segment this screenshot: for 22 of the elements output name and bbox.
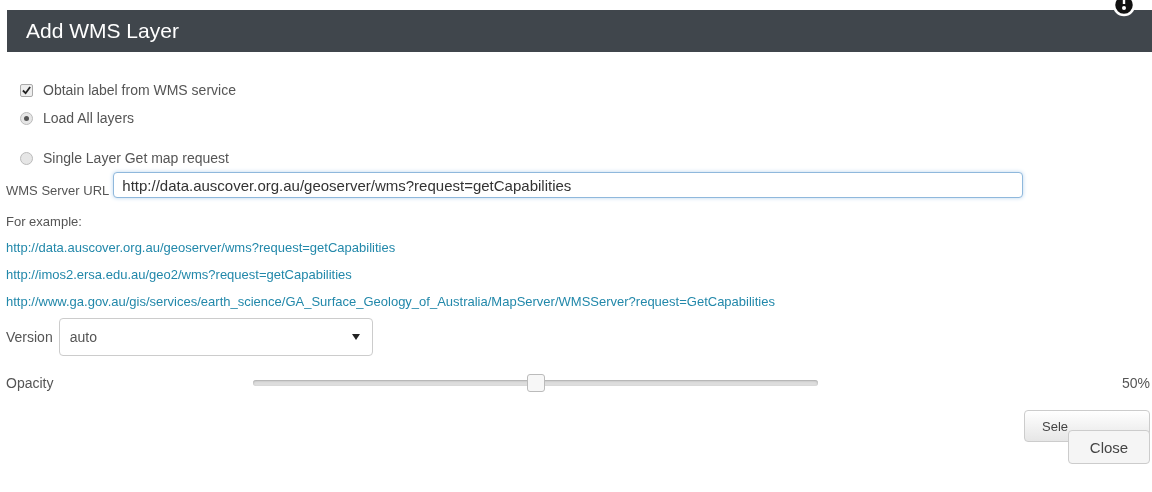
opacity-label: Opacity [6, 375, 55, 391]
version-label: Version [6, 329, 53, 345]
example-link[interactable]: http://www.ga.gov.au/gis/services/earth_science/GA_Surface_Geology_of_Australia/MapServer/WMSServer?request=GetCapabilities [6, 294, 775, 309]
slider-thumb[interactable] [526, 374, 545, 392]
examples-heading: For example: [6, 214, 83, 229]
dialog-title: Add WMS Layer [26, 19, 179, 43]
example-link[interactable]: http://data.auscover.org.au/geoserver/wms?request=getCapabilities [6, 240, 396, 255]
info-icon[interactable] [1112, 0, 1136, 17]
url-label: WMS Server URL [6, 183, 110, 198]
caret-icon [351, 333, 360, 341]
opacity-reading: 50% [1121, 375, 1150, 391]
option-label: Load All layers [43, 110, 135, 126]
close-button[interactable]: Close [1068, 430, 1150, 464]
option-label: Single Layer Get map request [43, 150, 229, 166]
version-dropdown[interactable]: auto [58, 318, 373, 356]
radio-button[interactable] [20, 151, 33, 165]
example-link[interactable]: http://imos2.ersa.edu.au/geo2/wms?request=getCapabilities [6, 267, 352, 282]
opacity-slider[interactable] [253, 374, 818, 392]
url-field[interactable]: http://data.auscover.org.au/geoserver/wms?request=getCapabilities [113, 172, 1024, 198]
option-label: Obtain label from WMS service [43, 82, 236, 98]
checkbox[interactable] [20, 83, 33, 97]
radio-button[interactable] [20, 111, 33, 125]
